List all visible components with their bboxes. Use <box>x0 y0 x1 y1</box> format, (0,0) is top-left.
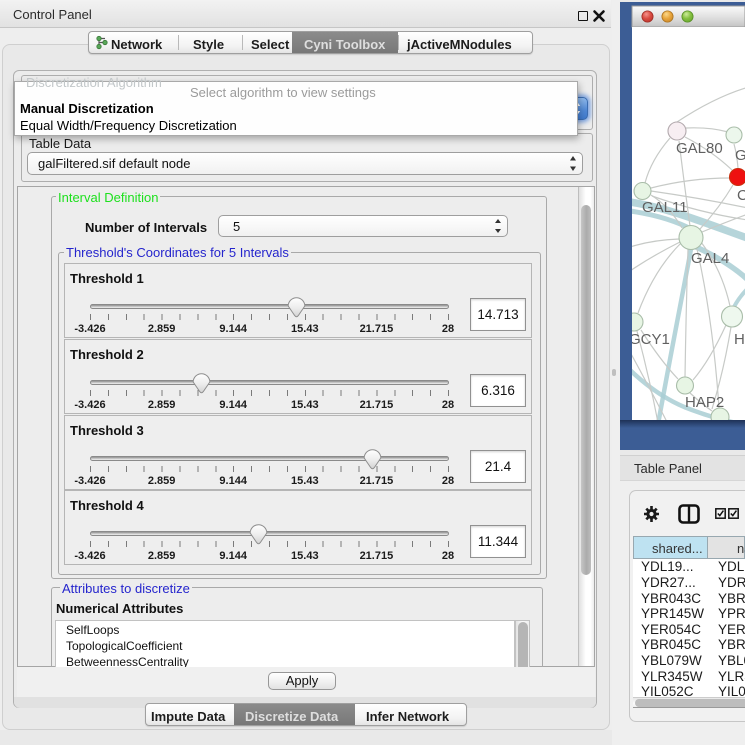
svg-text:GAL4: GAL4 <box>691 250 729 267</box>
svg-text:GAL11: GAL11 <box>642 199 688 216</box>
svg-text:GAL80: GAL80 <box>676 140 723 157</box>
svg-text:H: H <box>734 331 745 348</box>
svg-text:GA: GA <box>735 147 745 164</box>
svg-text:HAP2: HAP2 <box>685 394 724 411</box>
svg-text:C: C <box>737 187 745 204</box>
svg-text:GCY1: GCY1 <box>629 331 670 348</box>
